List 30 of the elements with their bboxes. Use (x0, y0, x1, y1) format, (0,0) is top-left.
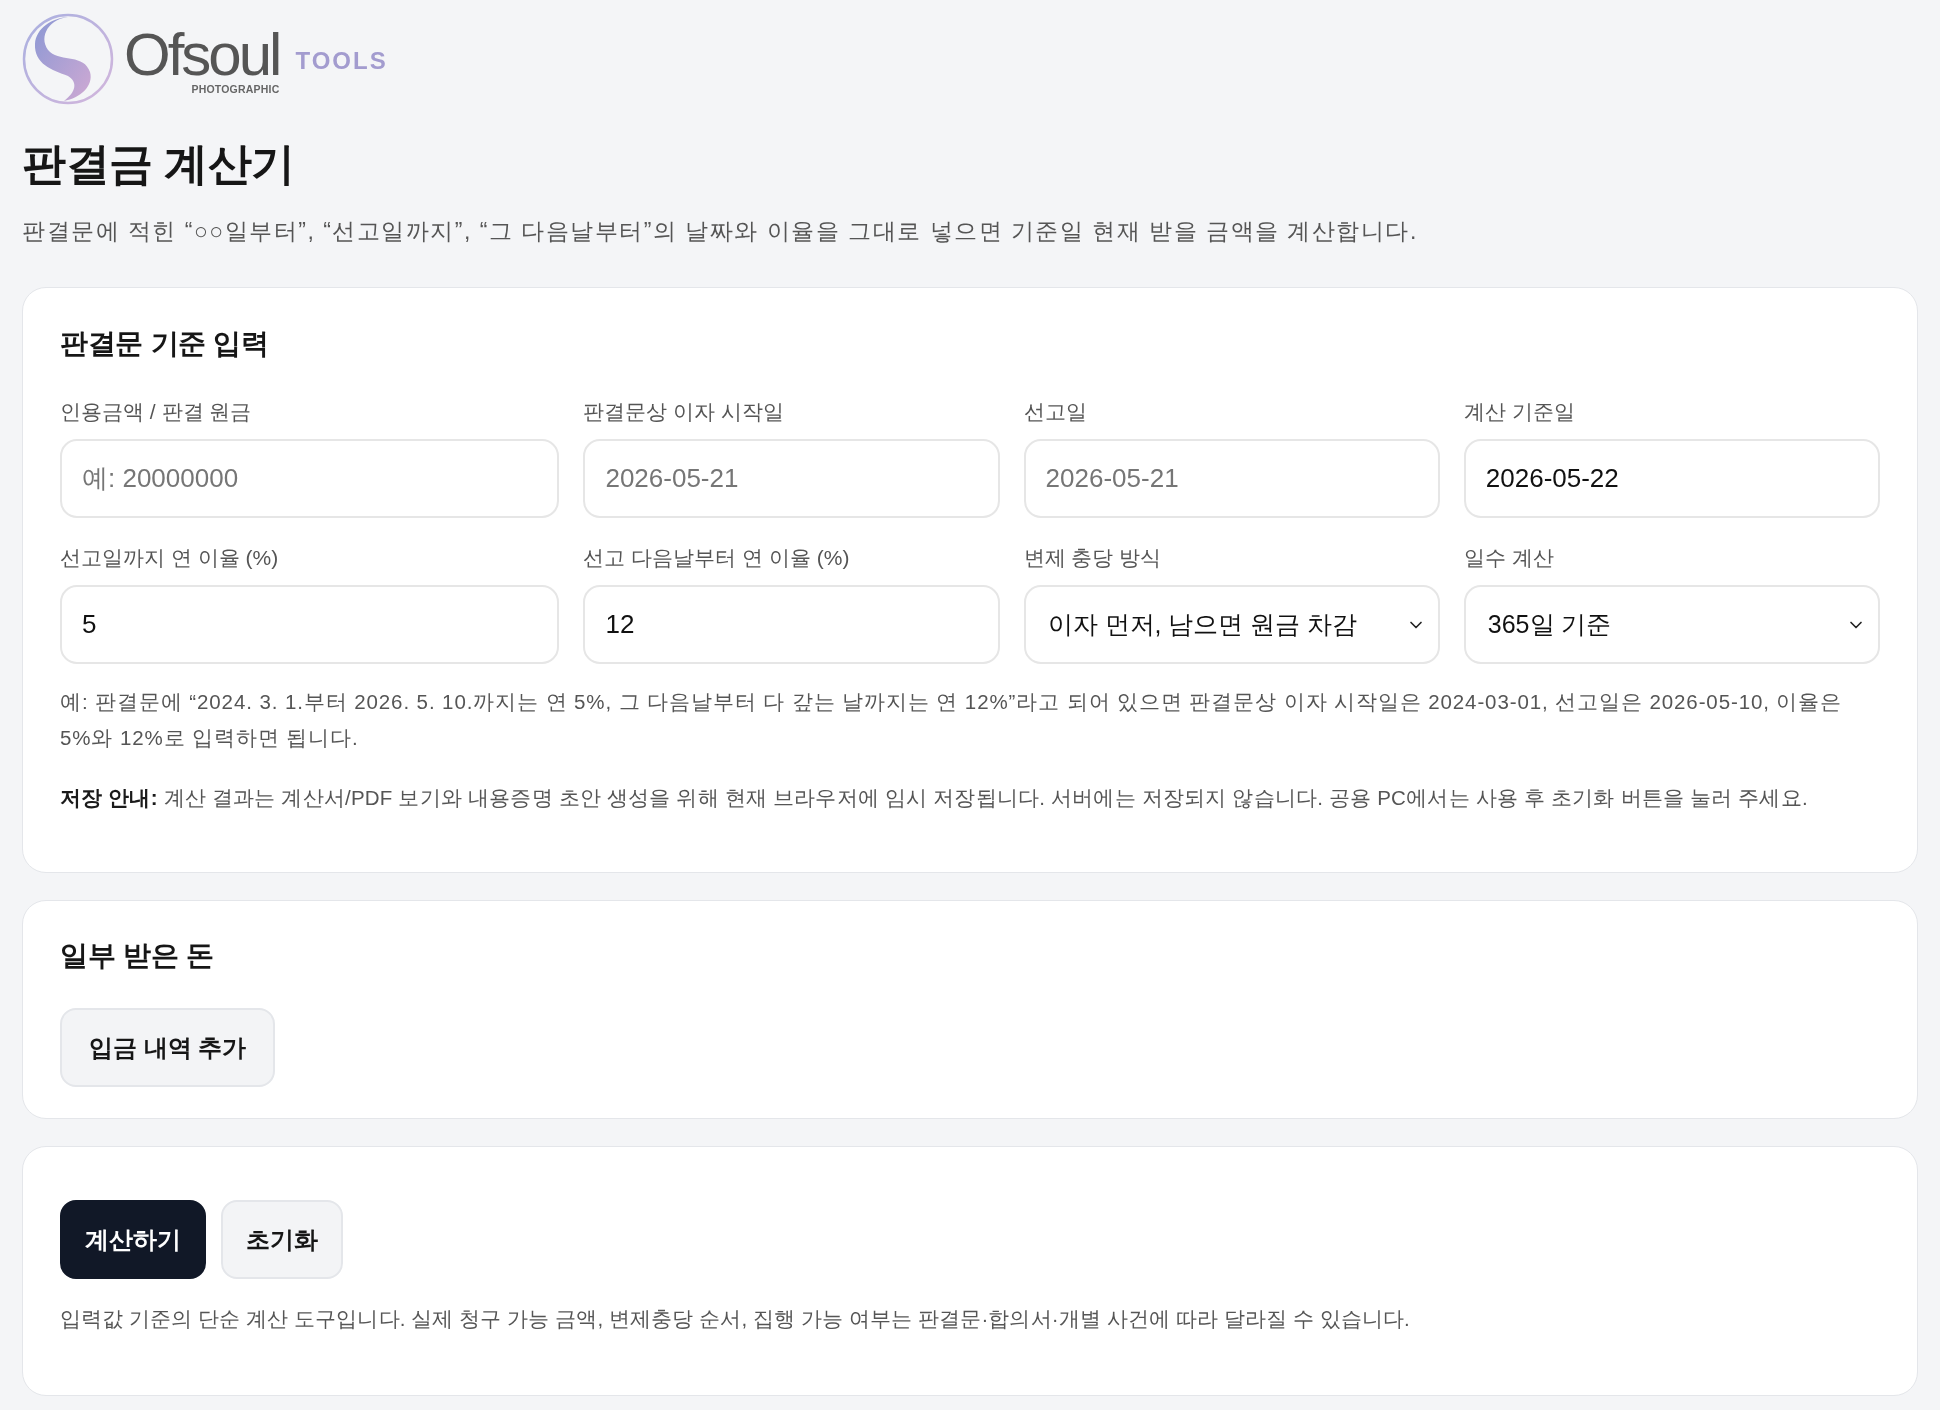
storage-note: 저장 안내: 계산 결과는 계산서/PDF 보기와 내용증명 초안 생성을 위해 현재 브라우저에 임시 저장됩니다. 서버에는 저장되지 않습니다. 공용 PC에서는 사용 후 초기화 버튼을 눌러 주세요. (60, 785, 1809, 811)
logo-tagline: PHOTOGRAPHIC (191, 83, 280, 95)
field-label: 계산 기준일 (1463, 399, 1576, 425)
tools-label: TOOLS (295, 47, 388, 75)
logo-wordmark: Ofsoul (124, 29, 280, 81)
input-field[interactable]: 5 (60, 585, 560, 664)
input-field[interactable]: 2026-05-21 (583, 439, 1000, 518)
disclaimer-text: 입력값 기준의 단순 계산 도구입니다. 실제 청구 가능 금액, 변제충당 순서, 집행 가능 여부는 판결문·합의서·개별 사건에 따라 달라질 수 있습니다. (60, 1306, 1411, 1332)
page-subtitle: 판결문에 적힌 “○○일부터”, “선고일까지”, “그 다음날부터”의 날짜와 이율을 그대로 넣으면 기준일 현재 받을 금액을 계산합니다. (22, 217, 1419, 246)
input-field[interactable]: 예: 20000000 (60, 439, 560, 518)
input-field[interactable]: 2026-05-22 (1463, 439, 1880, 518)
select-field[interactable]: 365일 기준 (1463, 585, 1880, 664)
example-note: 예: 판결문에 “2024. 3. 1.부터 2026. 5. 10.까지는 연 5%, 그 다음날부터 다 갚는 날까지는 연 12%”라고 되어 있으면 판결문상 이자 시작일은 2024-03-01, 선고일은 2026-05-10, 이율은 5%와 12%로 입력하면 됩니다. (60, 689, 1844, 751)
field-label: 선고일 (1023, 399, 1088, 425)
field-label: 변제 충당 방식 (1023, 545, 1163, 571)
field-label: 판결문상 이자 시작일 (583, 399, 786, 425)
input-field[interactable]: 2026-05-21 (1023, 439, 1440, 518)
page-title: 판결금 계산기 (22, 138, 296, 190)
input-field[interactable]: 12 (583, 585, 1000, 664)
field-label: 일수 계산 (1463, 545, 1555, 571)
calculate-button[interactable]: 계산하기 (60, 1200, 206, 1279)
field-label: 선고 다음날부터 연 이율 (%) (583, 545, 851, 571)
add-deposit-button[interactable]: 입금 내역 추가 (60, 1008, 276, 1087)
select-field[interactable]: 이자 먼저, 남으면 원금 차감 (1023, 585, 1440, 664)
reset-button[interactable]: 초기화 (221, 1200, 343, 1279)
card-title: 일부 받은 돈 (60, 939, 215, 973)
field-label: 인용금액 / 판결 원금 (60, 399, 253, 425)
field-label: 선고일까지 연 이율 (%) (60, 545, 280, 571)
swirl-logo-icon (22, 12, 114, 106)
card-title: 판결문 기준 입력 (60, 327, 270, 361)
